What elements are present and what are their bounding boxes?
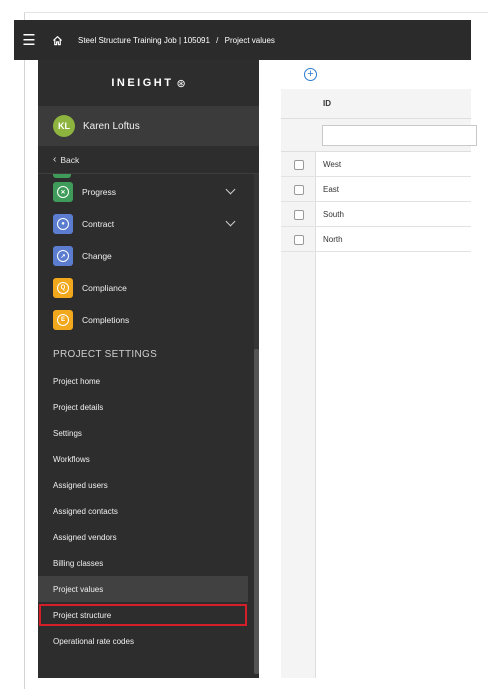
- data-grid: ID West East South North: [281, 89, 477, 678]
- sidebar-item-contract[interactable]: ● Contract: [38, 208, 248, 240]
- row-checkbox[interactable]: [294, 185, 304, 195]
- completions-icon: E: [53, 310, 73, 330]
- sidebar-item-assigned-users[interactable]: Assigned users: [38, 472, 248, 498]
- table-row[interactable]: South: [281, 202, 471, 227]
- module-label: Contract: [82, 219, 115, 229]
- row-checkbox[interactable]: [294, 210, 304, 220]
- sidebar-item-project-structure[interactable]: Project structure: [38, 602, 248, 628]
- chevron-down-icon[interactable]: [225, 216, 236, 227]
- section-title-project-settings: PROJECT SETTINGS: [53, 349, 158, 360]
- grid-toolbar: +: [259, 60, 471, 89]
- logo-text: INEIGHT: [111, 77, 174, 89]
- sidebar-item-progress[interactable]: ✕ Progress: [38, 176, 248, 208]
- sidebar-item-billing-classes[interactable]: Billing classes: [38, 550, 248, 576]
- filter-row: [281, 119, 477, 152]
- chevron-down-icon[interactable]: [225, 184, 236, 195]
- compliance-icon: Q: [53, 278, 73, 298]
- sidebar-item-completions[interactable]: E Completions: [38, 304, 248, 336]
- avatar: KL: [53, 115, 75, 137]
- top-bar: ☰ Steel Structure Training Job | 105091 …: [14, 20, 471, 60]
- back-label: Back: [60, 154, 80, 165]
- contract-icon: ●: [53, 214, 73, 234]
- sidebar-item-project-values[interactable]: Project values: [38, 576, 248, 602]
- table-row[interactable]: East: [281, 177, 471, 202]
- table-row[interactable]: West: [281, 152, 471, 177]
- sidebar-item-project-details[interactable]: Project details: [38, 394, 248, 420]
- grid-header: ID: [281, 89, 471, 119]
- sidebar-item-settings[interactable]: Settings: [38, 420, 248, 446]
- breadcrumb-job[interactable]: Steel Structure Training Job | 105091: [78, 36, 210, 45]
- home-icon[interactable]: [44, 35, 70, 46]
- sidebar-item-project-home[interactable]: Project home: [38, 368, 248, 394]
- sidebar-item-workflows[interactable]: Workflows: [38, 446, 248, 472]
- add-circle-icon[interactable]: +: [304, 68, 317, 81]
- breadcrumb: Steel Structure Training Job | 105091 / …: [78, 36, 275, 45]
- row-checkbox[interactable]: [294, 160, 304, 170]
- sidebar: INEIGHT ⊛ KL Karen Loftus ‹ Back ✕ Progr…: [38, 60, 259, 678]
- sidebar-item-assigned-vendors[interactable]: Assigned vendors: [38, 524, 248, 550]
- id-filter-input[interactable]: [322, 125, 477, 146]
- cell-id: South: [323, 209, 344, 219]
- progress-icon: ✕: [53, 182, 73, 202]
- change-icon: ↗: [53, 246, 73, 266]
- back-button[interactable]: ‹ Back: [38, 146, 259, 174]
- column-header-id[interactable]: ID: [323, 99, 331, 108]
- row-checkbox[interactable]: [294, 235, 304, 245]
- sidebar-item-assigned-contacts[interactable]: Assigned contacts: [38, 498, 248, 524]
- module-label: Completions: [82, 315, 130, 325]
- logo-mark-icon: ⊛: [176, 77, 186, 90]
- table-row[interactable]: North: [281, 227, 471, 252]
- breadcrumb-separator: /: [216, 35, 219, 45]
- cell-id: West: [323, 159, 342, 169]
- breadcrumb-current-page: Project values: [224, 35, 275, 45]
- sidebar-nav: ✕ Progress ● Contract ↗ Change Q Complia…: [38, 174, 259, 674]
- module-label: Compliance: [82, 283, 127, 293]
- user-name: Karen Loftus: [83, 120, 140, 132]
- sidebar-item-change[interactable]: ↗ Change: [38, 240, 248, 272]
- module-label: Progress: [82, 187, 117, 197]
- module-label: Change: [82, 251, 112, 261]
- ineight-logo: INEIGHT ⊛: [38, 60, 259, 106]
- sidebar-item-operational-rate-codes[interactable]: Operational rate codes: [38, 628, 248, 654]
- main-content: + ID West East South North: [259, 60, 477, 678]
- cell-id: North: [323, 234, 343, 244]
- chevron-left-icon: ‹: [53, 154, 57, 165]
- hamburger-icon[interactable]: ☰: [14, 31, 44, 49]
- cell-id: East: [323, 184, 340, 194]
- sidebar-item-compliance[interactable]: Q Compliance: [38, 272, 248, 304]
- user-profile[interactable]: KL Karen Loftus: [38, 106, 259, 146]
